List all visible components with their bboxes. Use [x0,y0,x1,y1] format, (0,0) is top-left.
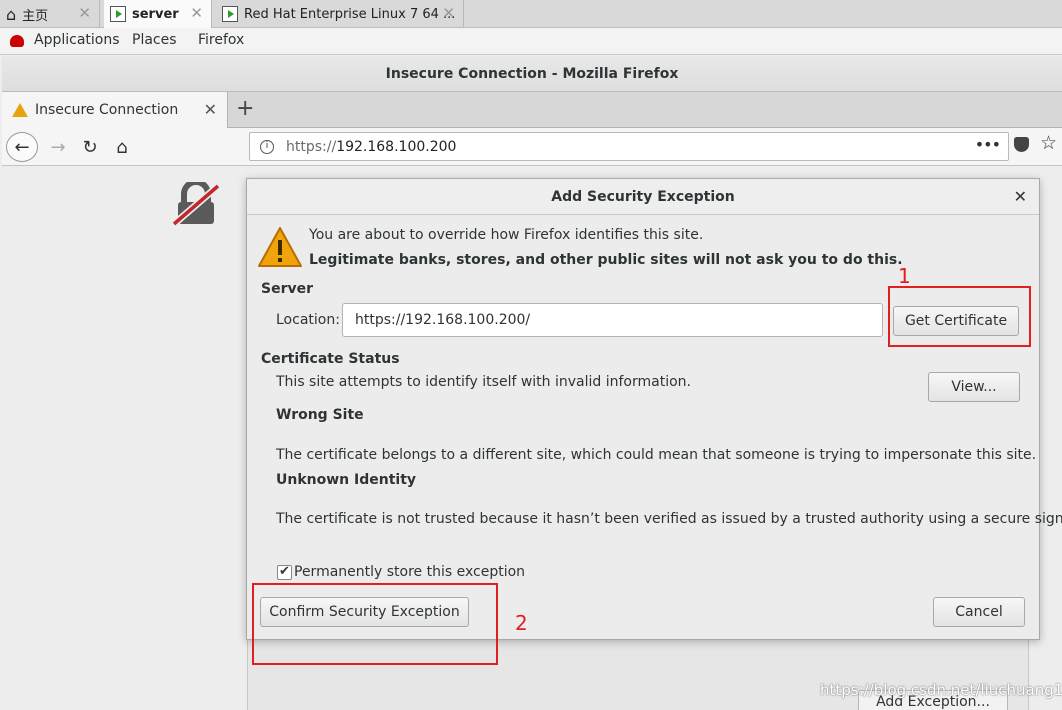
reload-button[interactable]: ↻ [78,132,102,162]
site-info-icon[interactable]: i [260,139,274,154]
permanent-exception-label: Permanently store this exception [294,564,526,580]
broken-lock-icon [172,182,220,226]
host-tab-strip: ⌂ 主页 ✕ server ✕ Red Hat Enterprise Linux… [0,0,1062,28]
server-heading: Server [261,281,314,297]
warning-icon [258,227,302,267]
host-tab-label: Red Hat Enterprise Linux 7 64 ... [244,6,456,22]
url-scheme: https:// [286,138,337,155]
host-tab-server[interactable]: server ✕ [104,0,212,28]
redhat-logo-icon [10,35,24,47]
close-icon[interactable]: ✕ [190,4,203,22]
vm-icon [222,6,238,22]
wrong-site-heading: Wrong Site [276,407,364,423]
close-icon[interactable]: ✕ [1014,179,1027,215]
cancel-button[interactable]: Cancel [933,597,1025,627]
unknown-identity-text: The certificate is not trusted because i… [276,511,1062,527]
location-input[interactable]: https://192.168.100.200/ [342,303,883,337]
forward-button[interactable]: → [46,132,70,162]
annotation-number-1: 1 [898,264,911,288]
home-icon: ⌂ [6,4,17,24]
close-icon[interactable]: ✕ [78,4,91,22]
bookmark-star-icon[interactable]: ☆ [1040,132,1057,154]
annotation-number-2: 2 [515,611,528,635]
close-tab-icon[interactable]: ✕ [204,100,217,119]
new-tab-button[interactable]: + [236,96,254,121]
browser-tab-insecure[interactable]: Insecure Connection ✕ [2,92,228,128]
add-security-exception-dialog: Add Security Exception ✕ You are about t… [246,178,1062,640]
navigation-bar: ← → ↻ ⌂ i https://192.168.100.200 ••• ☆ [2,128,1062,166]
host-tab-home[interactable]: ⌂ 主页 ✕ [0,0,100,28]
pocket-icon[interactable] [1014,137,1029,152]
annotation-box-2 [252,583,498,665]
watermark: https://blog.csdn.net/liuchuang11 [820,681,1062,699]
places-menu[interactable]: Places [132,32,177,48]
certificate-status-text: This site attempts to identify itself wi… [276,374,691,390]
browser-tab-label: Insecure Connection [35,102,179,118]
unknown-identity-heading: Unknown Identity [276,472,417,488]
window-title: Insecure Connection - Mozilla Firefox [2,56,1062,92]
vm-icon [110,6,126,22]
warning-icon [12,103,28,117]
firefox-menu[interactable]: Firefox [198,32,244,48]
warning-line-1: You are about to override how Firefox id… [309,227,704,243]
location-label: Location: [276,312,340,328]
dialog-header: Add Security Exception ✕ [247,179,1039,215]
close-icon[interactable]: ✕ [442,4,455,22]
page-actions-icon[interactable]: ••• [975,135,1001,154]
home-button[interactable]: ⌂ [110,132,134,162]
url-bar[interactable]: i https://192.168.100.200 ••• [249,132,1009,161]
warning-line-2: Legitimate banks, stores, and other publ… [309,252,903,268]
host-tab-label: 主页 [22,8,49,24]
wrong-site-text: The certificate belongs to a different s… [276,447,1037,463]
host-tab-label: server [132,6,179,22]
permanent-exception-checkbox[interactable]: ✔ [277,565,292,580]
host-tab-rhel[interactable]: Red Hat Enterprise Linux 7 64 ... ✕ [216,0,464,28]
url-host: 192.168.100.200 [336,138,457,155]
gnome-top-bar: Applications Places Firefox [0,28,1062,55]
back-button[interactable]: ← [6,132,38,162]
view-button[interactable]: View... [928,372,1020,402]
browser-tab-strip: Insecure Connection ✕ + [2,92,1062,128]
applications-menu[interactable]: Applications [34,32,120,48]
certificate-status-heading: Certificate Status [261,351,400,367]
dialog-title: Add Security Exception [551,189,735,205]
annotation-box-1 [888,286,1031,347]
